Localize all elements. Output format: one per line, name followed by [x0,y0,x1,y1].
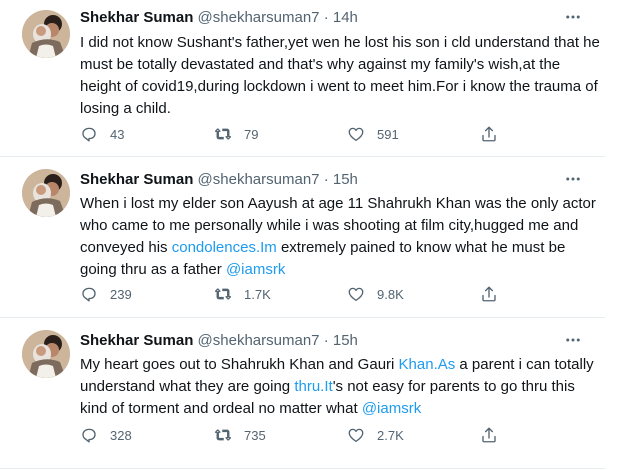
reply-count: 239 [110,286,132,302]
tweet[interactable]: Shekhar Suman @shekharsuman7 · 15h When … [0,157,605,318]
retweet-count: 735 [244,427,266,443]
author-name[interactable]: Shekhar Suman [80,9,193,26]
reply-button[interactable]: 328 [80,425,132,445]
share-icon [482,427,496,443]
tweet-link[interactable]: thru.It [294,378,332,395]
like-button[interactable]: 9.8K [347,284,404,304]
retweet-icon [214,128,232,140]
tweet-actions: 43 79 591 [80,124,510,144]
like-button[interactable]: 2.7K [347,425,404,445]
like-icon [348,127,364,142]
tweet-actions: 239 1.7K 9.8K [80,284,510,304]
avatar[interactable] [22,169,70,217]
tweet[interactable]: Shekhar Suman @shekharsuman7 · 14h I did… [0,0,605,157]
share-button[interactable] [480,124,510,144]
tweet[interactable]: Shekhar Suman @shekharsuman7 · 15h My he… [0,318,605,469]
share-icon [482,126,496,142]
tweet-text: When i lost my elder son Aayush at age 1… [80,193,600,281]
tweet-text-segment: I did not know Sushant's father,yet wen … [80,34,600,117]
share-button[interactable] [480,425,510,445]
reply-icon [82,287,96,302]
retweet-count: 1.7K [244,286,271,302]
author-handle[interactable]: @shekharsuman7 [198,332,320,349]
more-icon[interactable] [561,8,585,28]
tweet-header: Shekhar Suman @shekharsuman7 · 15h [80,170,358,190]
separator: · [323,332,329,349]
tweet-text-segment: My heart goes out to Shahrukh Khan and G… [80,356,399,373]
retweet-button[interactable]: 79 [214,124,258,144]
tweet-link[interactable]: Khan.As [399,356,456,373]
like-icon [348,428,364,443]
author-name[interactable]: Shekhar Suman [80,332,193,349]
retweet-button[interactable]: 1.7K [214,284,271,304]
reply-count: 43 [110,126,125,142]
timestamp[interactable]: 14h [333,9,358,26]
share-button[interactable] [480,284,510,304]
author-handle[interactable]: @shekharsuman7 [198,171,320,188]
retweet-count: 79 [244,126,259,142]
reply-icon [82,428,96,443]
tweet-link[interactable]: @iamsrk [226,261,285,278]
tweet-link[interactable]: condolences.Im [172,239,277,256]
timestamp[interactable]: 15h [333,332,358,349]
tweet-header: Shekhar Suman @shekharsuman7 · 15h [80,331,358,351]
retweet-icon [214,429,232,441]
more-icon[interactable] [561,331,585,351]
timestamp[interactable]: 15h [333,171,358,188]
like-count: 591 [377,126,399,142]
avatar[interactable] [22,10,70,58]
like-count: 9.8K [377,286,404,302]
separator: · [323,9,329,26]
tweet-text: I did not know Sushant's father,yet wen … [80,32,600,120]
more-icon[interactable] [561,170,585,190]
reply-button[interactable]: 239 [80,284,132,304]
tweet-actions: 328 735 2.7K [80,425,510,445]
like-button[interactable]: 591 [347,124,399,144]
retweet-button[interactable]: 735 [214,425,266,445]
avatar[interactable] [22,330,70,378]
reply-count: 328 [110,427,132,443]
like-count: 2.7K [377,427,404,443]
tweet-timeline: Shekhar Suman @shekharsuman7 · 14h I did… [0,0,617,470]
like-icon [348,287,364,302]
reply-icon [82,127,96,142]
tweet-link[interactable]: @iamsrk [362,400,421,417]
share-icon [482,286,496,302]
tweet-text: My heart goes out to Shahrukh Khan and G… [80,354,600,420]
tweet-header: Shekhar Suman @shekharsuman7 · 14h [80,8,358,28]
separator: · [323,171,329,188]
reply-button[interactable]: 43 [80,124,124,144]
retweet-icon [214,288,232,300]
author-handle[interactable]: @shekharsuman7 [198,9,320,26]
author-name[interactable]: Shekhar Suman [80,171,193,188]
